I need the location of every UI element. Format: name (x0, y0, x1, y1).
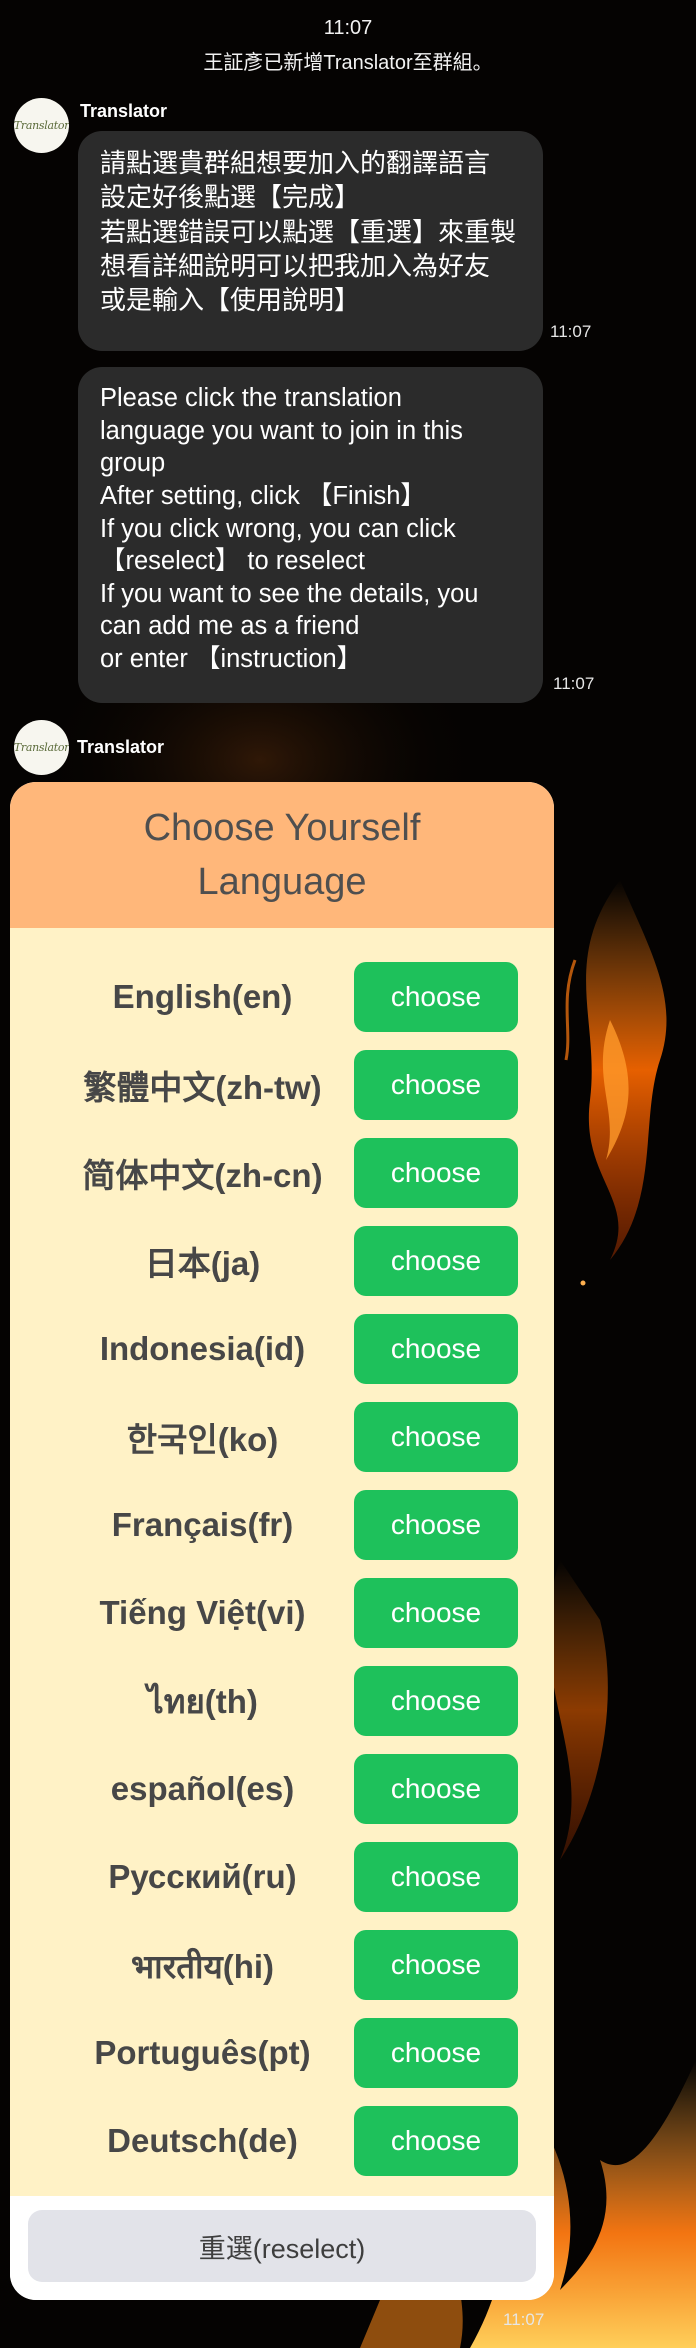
language-label: Português(pt) (94, 2034, 311, 2071)
message-line: 【reselect】 to reselect (100, 547, 366, 576)
message-line: 若點選錯誤可以點選【重選】來重製 (100, 216, 517, 247)
time-header: 11:07 (323, 17, 373, 39)
language-label: 한국인(ko) (126, 1421, 279, 1458)
card-title-line: Language (197, 861, 367, 903)
message-line: 或是輸入【使用說明】 (100, 285, 361, 316)
message-bubble-en: Please click the translation language yo… (78, 367, 543, 703)
message-line: or enter 【instruction】 (100, 645, 363, 673)
sender-name: Translator (77, 737, 165, 757)
language-row: 简体中文(zh-cn) choose (10, 1136, 554, 1210)
avatar-label: Translator (14, 741, 69, 754)
language-row: Français(fr) choose (10, 1488, 554, 1562)
choose-button[interactable]: choose (354, 2018, 518, 2088)
language-label: Deutsch(de) (107, 2122, 298, 2159)
language-card: Choose Yourself Language English(en) choo… (10, 782, 554, 2300)
choose-button[interactable]: choose (354, 1402, 518, 1472)
card-title-line: Choose Yourself (143, 807, 421, 849)
choose-button[interactable]: choose (354, 1226, 518, 1296)
message-timestamp: 11:07 (550, 322, 592, 341)
message-line: 設定好後點選【完成】 (100, 182, 361, 213)
avatar-label: Translator (14, 119, 69, 132)
language-row: español(es) choose (10, 1752, 554, 1826)
language-label: Indonesia(id) (99, 1330, 306, 1367)
language-list: English(en) choose 繁體中文(zh-tw) choose 简体中文(z… (10, 928, 554, 2196)
language-label: Tiếng Việt(vi) (99, 1594, 306, 1631)
language-label: Русский(ru) (108, 1858, 297, 1895)
message-line: 請點選貴群組想要加入的翻譯語言 (100, 148, 491, 178)
language-row: English(en) choose (10, 960, 554, 1034)
card-header: Choose Yourself Language (10, 782, 554, 928)
language-label: Français(fr) (111, 1506, 294, 1543)
choose-button[interactable]: choose (354, 1930, 518, 2000)
language-row: Русский(ru) choose (10, 1840, 554, 1914)
message-timestamp: 11:07 (503, 2310, 545, 2329)
choose-button[interactable]: choose (354, 1314, 518, 1384)
language-row: Tiếng Việt(vi) choose (10, 1576, 554, 1650)
language-row: Português(pt) choose (10, 2016, 554, 2090)
language-label: English(en) (112, 978, 293, 1015)
language-row: 繁體中文(zh-tw) choose (10, 1048, 554, 1122)
choose-button[interactable]: choose (354, 1666, 518, 1736)
choose-button[interactable]: choose (354, 1490, 518, 1560)
choose-button[interactable]: choose (354, 962, 518, 1032)
message-line: language you want to join in this (100, 416, 463, 445)
language-row: Deutsch(de) choose (10, 2104, 554, 2178)
choose-button[interactable]: choose (354, 1050, 518, 1120)
language-label: 繁體中文(zh-tw) (83, 1069, 322, 1106)
language-row: भारतीय(hi) choose (10, 1928, 554, 2002)
bot-avatar[interactable]: Translator (14, 720, 69, 775)
choose-button[interactable]: choose (354, 1578, 518, 1648)
message-timestamp: 11:07 (553, 674, 595, 693)
system-message: 王証彥已新增Translator至群組。 (203, 52, 493, 74)
choose-button[interactable]: choose (354, 1138, 518, 1208)
message-line: After setting, click 【Finish】 (100, 481, 426, 510)
language-label: 简体中文(zh-cn) (82, 1157, 323, 1194)
language-row: ไทย(th) choose (10, 1664, 554, 1738)
message-line: Please click the translation (100, 384, 402, 412)
choose-button[interactable]: choose (354, 1754, 518, 1824)
message-line: If you want to see the details, you (100, 579, 479, 608)
card-footer: 重選(reselect) (10, 2196, 554, 2300)
bot-avatar[interactable]: Translator (14, 98, 69, 153)
message-bubble-zh: 請點選貴群組想要加入的翻譯語言 設定好後點選【完成】 若點選錯誤可以點選【重選】… (78, 131, 543, 351)
language-row: 한국인(ko) choose (10, 1400, 554, 1474)
choose-button[interactable]: choose (354, 1842, 518, 1912)
message-line: If you click wrong, you can click (100, 514, 456, 543)
language-label: भारतीय(hi) (130, 1947, 275, 1985)
card-title: Choose Yourself Language (144, 801, 421, 909)
language-label: español(es) (110, 1770, 295, 1807)
language-row: 日本(ja) choose (10, 1224, 554, 1298)
reselect-button[interactable]: 重選(reselect) (28, 2210, 536, 2282)
message-line: group (100, 449, 166, 478)
message-line: can add me as a friend (100, 612, 360, 641)
language-label: 日本(ja) (144, 1245, 261, 1282)
language-label: ไทย(th) (147, 1682, 258, 1720)
language-row: Indonesia(id) choose (10, 1312, 554, 1386)
message-line: 想看詳細說明可以把我加入為好友 (100, 250, 491, 281)
sender-name: Translator (80, 101, 168, 121)
choose-button[interactable]: choose (354, 2106, 518, 2176)
